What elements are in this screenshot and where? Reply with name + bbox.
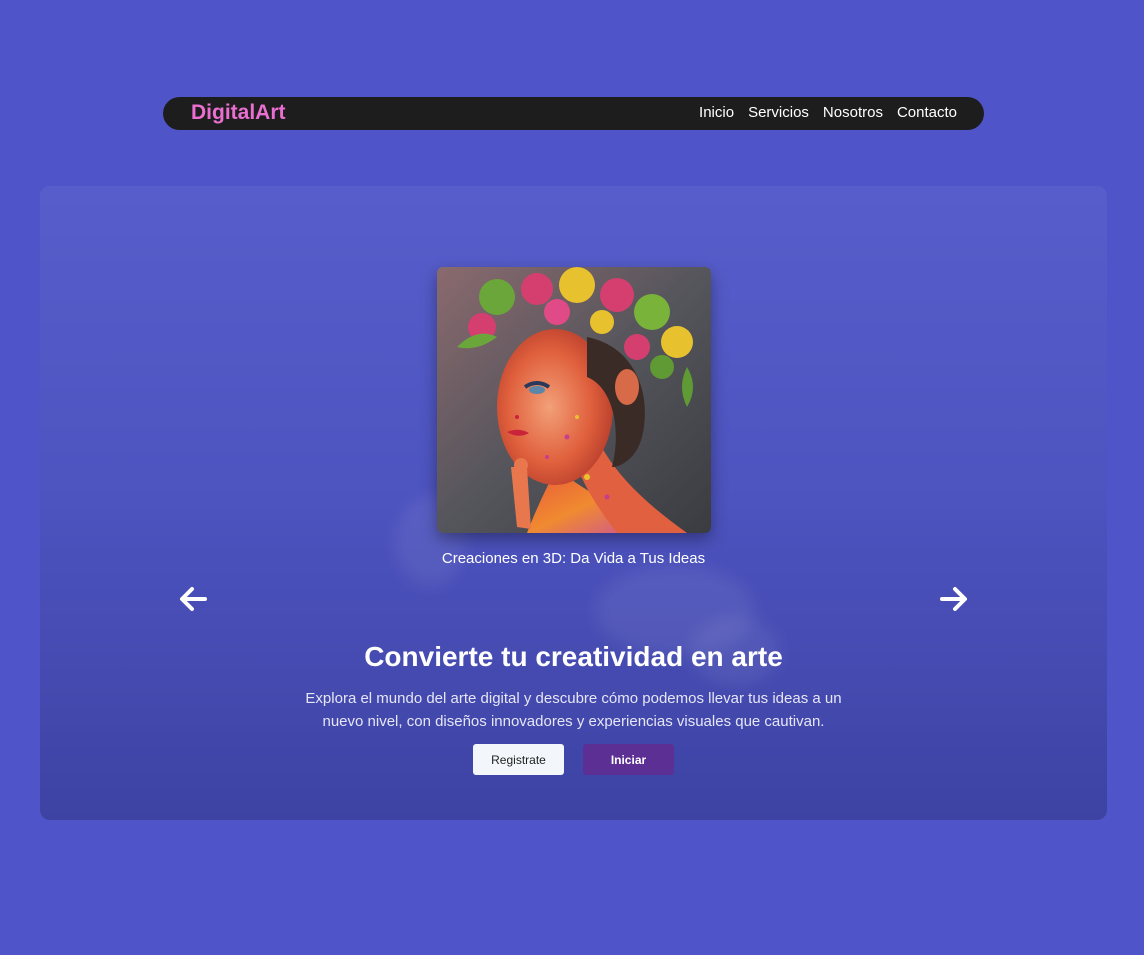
nav-links: Inicio Servicios Nosotros Contacto xyxy=(699,104,957,122)
nav-link-inicio[interactable]: Inicio xyxy=(699,104,734,122)
nav-link-contacto[interactable]: Contacto xyxy=(897,104,957,122)
slide-image xyxy=(437,267,711,533)
arrow-right-icon[interactable] xyxy=(939,586,969,612)
brand-logo[interactable]: DigitalArt xyxy=(191,101,286,125)
hero-description: Explora el mundo del arte digital y desc… xyxy=(305,690,842,730)
hero-carousel: Creaciones en 3D: Da Vida a Tus Ideas Co… xyxy=(40,186,1107,820)
hero-title: Convierte tu creatividad en arte xyxy=(364,641,783,672)
arrow-left-icon[interactable] xyxy=(178,586,208,612)
navbar: DigitalArt Inicio Servicios Nosotros Con… xyxy=(163,97,984,130)
nav-link-servicios[interactable]: Servicios xyxy=(748,104,809,122)
start-button[interactable]: Iniciar xyxy=(583,744,674,775)
register-button[interactable]: Registrate xyxy=(473,744,564,775)
slide-caption: Creaciones en 3D: Da Vida a Tus Ideas xyxy=(441,550,706,567)
nav-link-nosotros[interactable]: Nosotros xyxy=(823,104,883,122)
